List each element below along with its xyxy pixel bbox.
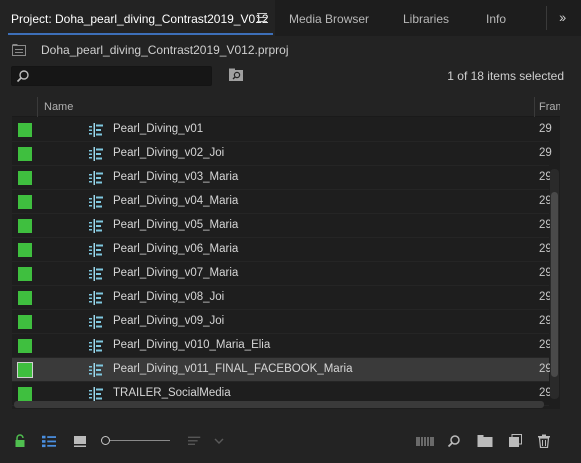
table-row[interactable]: Pearl_Diving_v01 29 xyxy=(12,118,552,142)
label-color-swatch[interactable] xyxy=(17,362,33,378)
sequence-icon xyxy=(89,171,103,185)
table-row[interactable]: Pearl_Diving_v011_FINAL_FACEBOOK_Maria 29 xyxy=(12,358,552,382)
sequence-name[interactable]: Pearl_Diving_v011_FINAL_FACEBOOK_Maria xyxy=(113,363,352,375)
sequence-name[interactable]: Pearl_Diving_v05_Maria xyxy=(113,219,238,231)
sequence-name[interactable]: Pearl_Diving_v01 xyxy=(113,123,203,135)
table-row[interactable]: Pearl_Diving_v02_Joi 29 xyxy=(12,142,552,166)
sequence-icon xyxy=(89,147,103,161)
sequence-icon xyxy=(89,267,103,281)
sequence-name[interactable]: Pearl_Diving_v08_Joi xyxy=(113,291,224,303)
new-bin-icon[interactable] xyxy=(477,434,493,448)
new-item-icon[interactable] xyxy=(508,434,522,448)
sort-icon[interactable] xyxy=(188,434,202,448)
sequence-icon xyxy=(89,291,103,305)
new-search-bin-icon[interactable] xyxy=(228,68,244,82)
tab-libraries[interactable]: Libraries xyxy=(403,12,449,26)
zoom-slider-handle[interactable] xyxy=(101,436,110,445)
label-color-swatch[interactable] xyxy=(18,219,32,233)
sequence-icon xyxy=(89,219,103,233)
active-tab-underline xyxy=(8,33,273,35)
tab-media-browser[interactable]: Media Browser xyxy=(289,12,369,26)
label-color-swatch[interactable] xyxy=(18,267,32,281)
sequence-name[interactable]: Pearl_Diving_v04_Maria xyxy=(113,195,238,207)
search-input[interactable] xyxy=(11,66,212,86)
label-color-swatch[interactable] xyxy=(18,315,32,329)
sequence-icon xyxy=(89,363,103,377)
panel-menu-icon[interactable] xyxy=(257,13,267,22)
selection-status: 1 of 18 items selected xyxy=(447,69,564,83)
sequence-icon xyxy=(89,315,103,329)
automate-to-sequence-icon[interactable] xyxy=(416,434,434,448)
label-color-swatch[interactable] xyxy=(18,147,32,161)
sequence-name[interactable]: Pearl_Diving_v02_Joi xyxy=(113,147,224,159)
sequence-icon xyxy=(89,243,103,257)
column-header-name[interactable]: Name xyxy=(44,101,73,113)
table-row[interactable]: Pearl_Diving_v08_Joi 29 xyxy=(12,286,552,310)
project-file-icon xyxy=(12,44,26,56)
project-info-row: Doha_pearl_diving_Contrast2019_V012.prpr… xyxy=(0,36,581,64)
search-icon xyxy=(16,70,29,83)
table-row[interactable]: Pearl_Diving_v09_Joi 29 xyxy=(12,310,552,334)
lock-icon[interactable] xyxy=(13,434,27,448)
table-row[interactable]: Pearl_Diving_v04_Maria 29 xyxy=(12,190,552,214)
sequence-name[interactable]: Pearl_Diving_v07_Maria xyxy=(113,267,238,279)
tab-divider xyxy=(546,6,547,30)
zoom-slider-track[interactable] xyxy=(106,440,170,441)
sequence-icon xyxy=(89,339,103,353)
table-header: Name Fram xyxy=(12,97,560,117)
project-filename: Doha_pearl_diving_Contrast2019_V012.prpr… xyxy=(41,43,289,57)
tab-overflow-icon[interactable]: ›› xyxy=(559,9,566,25)
label-color-swatch[interactable] xyxy=(18,171,32,185)
column-divider[interactable] xyxy=(534,97,535,117)
frame-rate-cell: 29 xyxy=(539,123,552,135)
list-view-icon[interactable] xyxy=(42,434,56,448)
project-panel-toolbar xyxy=(0,424,581,458)
clear-icon[interactable] xyxy=(537,434,551,448)
table-row[interactable]: Pearl_Diving_v07_Maria 29 xyxy=(12,262,552,286)
label-color-swatch[interactable] xyxy=(18,195,32,209)
find-icon[interactable] xyxy=(447,434,461,448)
tab-project[interactable]: Project: Doha_pearl_diving_Contrast2019_… xyxy=(11,12,269,26)
vertical-scrollbar-thumb[interactable] xyxy=(551,192,558,377)
label-color-swatch[interactable] xyxy=(18,123,32,137)
sequence-name[interactable]: Pearl_Diving_v03_Maria xyxy=(113,171,238,183)
project-items-table: Name Fram Pearl_Diving_v0129Pearl_Diving… xyxy=(12,97,560,409)
label-column-header[interactable] xyxy=(12,97,38,117)
label-color-swatch[interactable] xyxy=(18,339,32,353)
horizontal-scrollbar[interactable] xyxy=(14,401,544,408)
tab-info[interactable]: Info xyxy=(486,12,506,26)
frame-rate-cell: 29 xyxy=(539,147,552,159)
sequence-icon xyxy=(89,387,103,401)
table-row[interactable]: Pearl_Diving_v03_Maria 29 xyxy=(12,166,552,190)
sequence-name[interactable]: Pearl_Diving_v010_Maria_Elia xyxy=(113,339,270,351)
label-color-swatch[interactable] xyxy=(18,387,32,401)
label-color-swatch[interactable] xyxy=(18,243,32,257)
icon-view-icon[interactable] xyxy=(73,434,87,448)
table-row[interactable]: Pearl_Diving_v05_Maria 29 xyxy=(12,214,552,238)
panel-tab-bar: Project: Doha_pearl_diving_Contrast2019_… xyxy=(0,0,581,36)
column-header-framerate[interactable]: Fram xyxy=(539,101,560,113)
sequence-name[interactable]: TRAILER_SocialMedia xyxy=(113,387,231,399)
sequence-icon xyxy=(89,123,103,137)
sequence-name[interactable]: Pearl_Diving_v09_Joi xyxy=(113,315,224,327)
sequence-name[interactable]: Pearl_Diving_v06_Maria xyxy=(113,243,238,255)
table-row[interactable]: Pearl_Diving_v010_Maria_Elia 29 xyxy=(12,334,552,358)
table-row[interactable]: Pearl_Diving_v06_Maria 29 xyxy=(12,238,552,262)
sequence-icon xyxy=(89,195,103,209)
label-color-swatch[interactable] xyxy=(18,291,32,305)
chevron-down-icon[interactable] xyxy=(212,434,226,448)
